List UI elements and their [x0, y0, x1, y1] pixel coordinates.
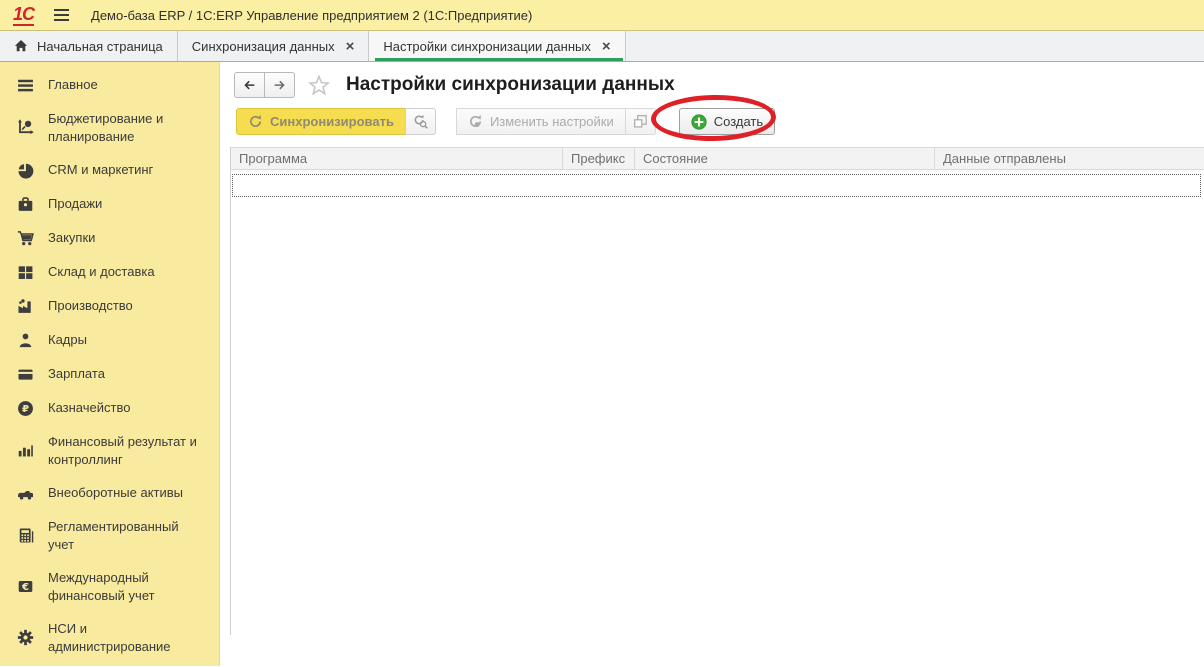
edit-settings-button-label: Изменить настройки: [489, 114, 614, 129]
sync-icon: [248, 114, 263, 129]
sidebar-item-label: Закупки: [48, 230, 96, 246]
tab-label: Начальная страница: [37, 38, 163, 54]
sync-search-icon: [413, 114, 428, 129]
main-menu-icon[interactable]: [54, 9, 70, 21]
empty-table-row[interactable]: [232, 174, 1201, 197]
blocks-icon: [16, 263, 35, 281]
euro-icon: €: [16, 578, 35, 596]
column-header[interactable]: Данные отправлены: [935, 148, 1204, 169]
sidebar-item[interactable]: Регламентированный учет: [0, 510, 219, 561]
favorite-star-icon[interactable]: [308, 74, 330, 96]
column-header[interactable]: Состояние: [635, 148, 935, 169]
menu-icon: [16, 76, 35, 94]
gear-icon: [16, 629, 35, 647]
open-in-window-button[interactable]: [624, 108, 656, 135]
factory-icon: [16, 297, 35, 315]
sidebar-item[interactable]: ₽ Казначейство: [0, 391, 219, 425]
sidebar-item[interactable]: € Международный финансовый учет: [0, 561, 219, 612]
planning-icon: [16, 119, 35, 137]
sections-sidebar: Главное Бюджетирование и планирование CRM …: [0, 62, 220, 666]
ruble-icon: ₽: [16, 399, 35, 417]
create-button[interactable]: Создать: [678, 108, 776, 135]
tab-1[interactable]: Начальная страница: [0, 31, 178, 61]
tab-close-icon[interactable]: ×: [346, 39, 355, 54]
toolbar: Синхронизировать Изменить настройки Созд…: [236, 108, 1204, 135]
navigation-row: Настройки синхронизации данных: [234, 71, 1204, 99]
pie-icon: [16, 161, 35, 179]
sidebar-item-label: Продажи: [48, 196, 103, 212]
sidebar-item-label: Регламентированный учет: [48, 519, 179, 552]
create-button-label: Создать: [713, 114, 764, 129]
sidebar-item-label: НСИ и администрирование: [48, 621, 171, 654]
titlebar: 1С Демо-база ERP / 1С:ERP Управление пре…: [0, 0, 1204, 31]
sidebar-item-label: Бюджетирование и планирование: [48, 111, 164, 144]
sidebar-item-label: Производство: [48, 298, 133, 314]
sidebar-item-label: CRM и маркетинг: [48, 162, 154, 178]
open-window-icon: [633, 114, 648, 129]
sidebar-item-label: Казначейство: [48, 400, 131, 416]
calculator-icon: [16, 527, 35, 545]
tab-label: Синхронизация данных: [191, 38, 335, 54]
synchronize-button[interactable]: Синхронизировать: [236, 108, 406, 135]
sidebar-item[interactable]: Финансовый результат и контроллинг: [0, 425, 219, 476]
sidebar-item[interactable]: Склад и доставка: [0, 255, 219, 289]
car-icon: [16, 484, 35, 502]
sync-settings-list: Программа Префикс Состояние Данные отправле…: [230, 147, 1204, 635]
sidebar-item-label: Главное: [48, 77, 98, 93]
1c-logo: 1С: [13, 3, 35, 26]
tab-close-icon[interactable]: ×: [602, 39, 611, 54]
sidebar-item[interactable]: Продажи: [0, 187, 219, 221]
plus-circle-icon: [691, 113, 707, 130]
main-content: Настройки синхронизации данных Синхрониз…: [220, 62, 1204, 666]
sidebar-item[interactable]: Главное: [0, 68, 219, 102]
briefcase-icon: [16, 195, 35, 213]
svg-text:€: €: [21, 582, 29, 593]
window-title: Демо-база ERP / 1С:ERP Управление предпр…: [91, 7, 533, 23]
column-header[interactable]: Префикс: [563, 148, 635, 169]
forward-button[interactable]: [264, 72, 295, 98]
tab-bar: Начальная страница Синхронизация данных × Н…: [0, 31, 1204, 62]
sidebar-item[interactable]: Закупки: [0, 221, 219, 255]
tab-3[interactable]: Настройки синхронизации данных ×: [369, 31, 626, 61]
sync-with-options-button[interactable]: [404, 108, 436, 135]
back-button[interactable]: [234, 72, 265, 98]
card-icon: [16, 365, 35, 383]
sidebar-item-label: Международный финансовый учет: [48, 570, 155, 603]
sidebar-item-label: Кадры: [48, 332, 87, 348]
sidebar-item[interactable]: CRM и маркетинг: [0, 153, 219, 187]
tab-2[interactable]: Синхронизация данных ×: [177, 31, 370, 61]
synchronize-button-label: Синхронизировать: [270, 114, 394, 129]
sidebar-item-label: Зарплата: [48, 366, 105, 382]
home-icon: [14, 39, 28, 53]
column-header[interactable]: Программа: [231, 148, 563, 169]
sync-edit-icon: [468, 114, 483, 129]
sidebar-item[interactable]: Производство: [0, 289, 219, 323]
page-title: Настройки синхронизации данных: [346, 74, 675, 95]
svg-text:₽: ₽: [22, 404, 29, 415]
edit-settings-button[interactable]: Изменить настройки: [455, 108, 626, 135]
cart-icon: [16, 229, 35, 247]
sidebar-item-label: Финансовый результат и контроллинг: [48, 434, 197, 467]
sidebar-item[interactable]: Кадры: [0, 323, 219, 357]
table-header-row: Программа Префикс Состояние Данные отправле…: [231, 147, 1204, 170]
sidebar-item[interactable]: НСИ и администрирование: [0, 612, 219, 663]
bars-icon: [16, 442, 35, 460]
person-icon: [16, 331, 35, 349]
tab-label: Настройки синхронизации данных: [383, 38, 591, 54]
sidebar-item-label: Склад и доставка: [48, 264, 155, 280]
sidebar-item-label: Внеоборотные активы: [48, 485, 184, 501]
sidebar-item[interactable]: Внеоборотные активы: [0, 476, 219, 510]
sidebar-item[interactable]: Зарплата: [0, 357, 219, 391]
sidebar-item[interactable]: Бюджетирование и планирование: [0, 102, 219, 153]
